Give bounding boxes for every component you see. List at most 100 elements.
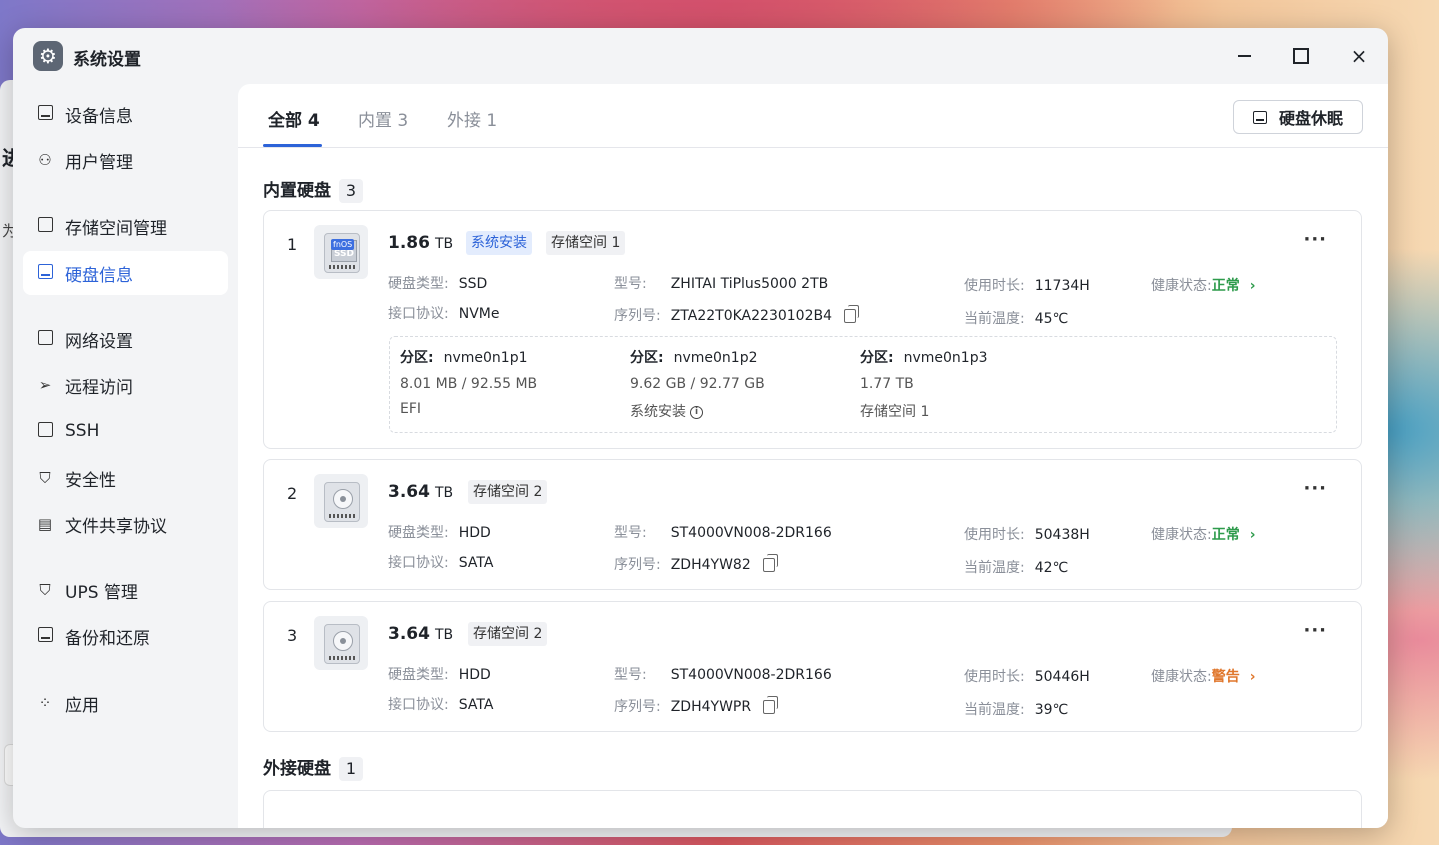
- sidebar-item-device-info[interactable]: 设备信息: [23, 92, 228, 136]
- health-status[interactable]: 健康状态:正常 ›: [1151, 524, 1256, 544]
- usage-field: 使用时长: 50438H: [964, 527, 1090, 543]
- partition-list: 分区: nvme0n1p1 8.01 MB / 92.55 MB EFI 分区: n…: [389, 336, 1337, 433]
- storage-icon: [35, 216, 55, 236]
- sidebar-item-label: 应用: [65, 695, 99, 716]
- serial-field: 序列号: ZDH4YW82: [614, 554, 778, 574]
- sidebar-item-backup[interactable]: 备份和还原: [23, 614, 228, 658]
- sidebar-item-user-management[interactable]: ⚇ 用户管理: [23, 138, 228, 182]
- minimize-icon: [1237, 55, 1251, 57]
- copy-icon[interactable]: [844, 305, 859, 323]
- settings-window: ⚙ 系统设置 × 设备信息 ⚇ 用户管理 存储空间管理 硬盘信息 网络设置 ➢ …: [13, 28, 1388, 828]
- storage-badge: 存储空间 2: [468, 622, 548, 646]
- more-options-icon[interactable]: ···: [1303, 478, 1327, 499]
- section-title: 内置硬盘: [263, 181, 331, 201]
- tab-internal[interactable]: 内置 3: [358, 106, 408, 131]
- temperature-field: 当前温度: 45℃: [964, 311, 1069, 327]
- disk-index: 2: [287, 484, 298, 503]
- health-status[interactable]: 健康状态:警告 ›: [1151, 666, 1256, 686]
- disk-icon: [35, 263, 55, 283]
- sidebar-item-apps[interactable]: ⁘ 应用: [23, 681, 228, 725]
- active-tab-indicator: [263, 144, 322, 147]
- serial-field: 序列号: ZDH4YWPR: [614, 696, 779, 716]
- sidebar-item-label: 用户管理: [65, 152, 133, 173]
- chevron-right-icon: ›: [1249, 669, 1256, 685]
- status-badge: 系统安装: [466, 231, 532, 255]
- sidebar-item-label: 文件共享协议: [65, 516, 167, 537]
- interface-field: 接口协议: SATA: [388, 697, 494, 713]
- tab-all[interactable]: 全部 4: [268, 106, 320, 131]
- maximize-icon: [1293, 48, 1309, 64]
- main-content: 全部 4 内置 3 外接 1 硬盘休眠 内置硬盘 3 1 SSD fnOS 1.8…: [238, 84, 1388, 828]
- sidebar-item-ups[interactable]: ⛉ UPS 管理: [23, 568, 228, 612]
- sidebar-item-label: 硬盘信息: [65, 265, 133, 286]
- network-icon: [35, 329, 55, 349]
- more-options-icon[interactable]: ···: [1303, 620, 1327, 641]
- partition-item: 分区: nvme0n1p1 8.01 MB / 92.55 MB EFI: [400, 350, 538, 417]
- copy-icon[interactable]: [763, 696, 779, 714]
- disk-card: [263, 790, 1362, 828]
- maximize-button[interactable]: [1286, 42, 1316, 70]
- monitor-icon: [35, 104, 55, 124]
- hdd-icon: [314, 474, 368, 528]
- storage-badge: 存储空间 1: [546, 231, 626, 255]
- shield-check-icon: ⛉: [39, 469, 51, 487]
- count-badge: 3: [339, 179, 363, 203]
- usage-field: 使用时长: 50446H: [964, 669, 1090, 685]
- window-title: 系统设置: [73, 50, 141, 70]
- sidebar-item-label: 存储空间管理: [65, 218, 167, 239]
- sidebar-item-remote-access[interactable]: ➢ 远程访问: [23, 363, 228, 407]
- info-icon[interactable]: i: [690, 405, 703, 419]
- shield-icon: ⛉: [39, 581, 51, 599]
- disk-index: 3: [287, 626, 298, 645]
- copy-icon[interactable]: [762, 554, 778, 572]
- partition-item: 分区: nvme0n1p3 1.77 TB 存储空间 1: [860, 350, 988, 420]
- ssd-icon: SSD fnOS: [314, 225, 368, 279]
- disk-sleep-label: 硬盘休眠: [1278, 109, 1343, 128]
- external-disks-heading: 外接硬盘 1: [263, 754, 363, 781]
- partition-item: 分区: nvme0n1p2 9.62 GB / 92.77 GB 系统安装 i: [630, 350, 765, 420]
- tab-external[interactable]: 外接 1: [447, 106, 497, 131]
- sidebar-item-disk-info[interactable]: 硬盘信息: [23, 251, 228, 295]
- terminal-icon: [35, 421, 55, 441]
- disk-capacity: 1.86 TB: [388, 233, 454, 253]
- sidebar-item-ssh[interactable]: SSH: [23, 409, 228, 453]
- sidebar-item-label: 设备信息: [65, 106, 133, 127]
- disk-type-field: 硬盘类型: HDD: [388, 667, 491, 683]
- sidebar-item-security[interactable]: ⛉ 安全性: [23, 456, 228, 500]
- send-icon: ➢: [38, 376, 52, 394]
- health-status[interactable]: 健康状态:正常 ›: [1151, 275, 1256, 295]
- brand-tag: fnOS: [331, 239, 355, 250]
- disk-sleep-button[interactable]: 硬盘休眠: [1233, 100, 1363, 134]
- storage-badge: 存储空间 2: [468, 480, 548, 504]
- sidebar-item-label: 安全性: [65, 470, 116, 491]
- interface-field: 接口协议: SATA: [388, 555, 494, 571]
- title-bar: ⚙ 系统设置 ×: [13, 28, 1388, 84]
- sidebar-item-storage[interactable]: 存储空间管理: [23, 204, 228, 248]
- temperature-field: 当前温度: 42℃: [964, 560, 1069, 576]
- sidebar-item-file-sharing[interactable]: ▤ 文件共享协议: [23, 502, 228, 546]
- model-field: 型号: ZHITAI TiPlus5000 2TB: [614, 276, 829, 292]
- tab-bar: 全部 4 内置 3 外接 1 硬盘休眠: [238, 84, 1388, 148]
- serial-field: 序列号: ZTA22T0KA2230102B4: [614, 305, 859, 325]
- sidebar-item-label: 远程访问: [65, 377, 133, 398]
- sidebar: 设备信息 ⚇ 用户管理 存储空间管理 硬盘信息 网络设置 ➢ 远程访问 SSH …: [13, 84, 238, 828]
- count-badge: 1: [339, 757, 363, 781]
- backup-icon: [35, 626, 55, 646]
- minimize-button[interactable]: [1229, 42, 1259, 70]
- close-button[interactable]: ×: [1344, 42, 1374, 70]
- hdd-icon: [314, 616, 368, 670]
- more-options-icon[interactable]: ···: [1303, 229, 1327, 250]
- temperature-field: 当前温度: 39℃: [964, 702, 1069, 718]
- disk-type-field: 硬盘类型: SSD: [388, 276, 488, 292]
- disk-capacity: 3.64 TB: [388, 624, 454, 644]
- usage-field: 使用时长: 11734H: [964, 278, 1090, 294]
- disk-type-field: 硬盘类型: HDD: [388, 525, 491, 541]
- apps-icon: ⁘: [38, 694, 52, 712]
- sidebar-item-network[interactable]: 网络设置: [23, 317, 228, 361]
- sidebar-item-label: 网络设置: [65, 331, 133, 352]
- sidebar-item-label: UPS 管理: [65, 582, 138, 603]
- section-title: 外接硬盘: [263, 759, 331, 779]
- disk-card: 1 SSD fnOS 1.86 TB 系统安装 存储空间 1 ··· 硬盘类型: S…: [263, 210, 1362, 449]
- interface-field: 接口协议: NVMe: [388, 306, 500, 322]
- disk-icon: [1252, 110, 1267, 124]
